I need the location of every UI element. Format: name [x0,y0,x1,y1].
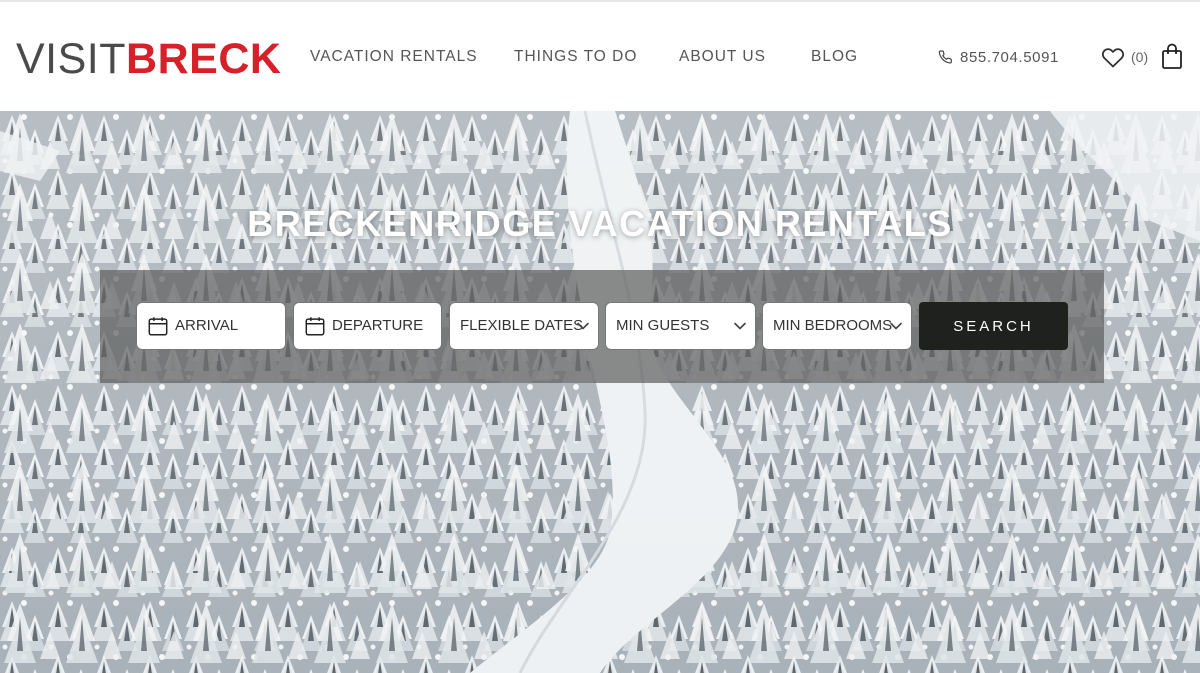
flexible-dates-label: FLEXIBLE DATES [460,317,584,334]
nav-things-to-do[interactable]: THINGS TO DO [514,48,637,66]
site-header: VISITBRECK VACATION RENTALS THINGS TO DO… [0,2,1200,111]
logo-breck: BRECK [126,35,282,83]
phone-link[interactable]: 855.704.5091 [938,47,1059,67]
flexible-dates-select[interactable]: FLEXIBLE DATES [449,302,599,350]
chevron-down-icon [890,322,902,330]
favorites-link[interactable]: (0) [1101,44,1148,70]
chevron-down-icon [734,322,746,330]
snowy-forest-background [0,111,1200,673]
search-button[interactable]: SEARCH [919,302,1068,350]
search-panel: ARRIVAL DEPARTURE FLEXIBLE DATES MIN GUE… [100,270,1104,383]
shopping-bag-icon[interactable] [1160,42,1184,70]
min-bedrooms-label: MIN BEDROOMS [773,317,893,334]
nav-vacation-rentals[interactable]: VACATION RENTALS [310,48,478,66]
heart-icon [1102,48,1124,68]
min-guests-select[interactable]: MIN GUESTS [605,302,756,350]
arrival-date-field[interactable]: ARRIVAL [136,302,286,350]
calendar-icon [148,317,168,336]
min-guests-label: MIN GUESTS [616,317,710,334]
favorites-count: (0) [1131,49,1149,65]
hero-section: BRECKENRIDGE VACATION RENTALS ARRIVAL DE… [0,111,1200,673]
arrival-label: ARRIVAL [175,317,239,334]
visitbreck-logo[interactable]: VISITBRECK [16,36,281,82]
nav-about-us[interactable]: ABOUT US [679,48,766,66]
chevron-down-icon [577,322,589,330]
logo-visit: VISIT [16,35,127,83]
min-bedrooms-select[interactable]: MIN BEDROOMS [762,302,912,350]
nav-blog[interactable]: BLOG [811,48,858,66]
calendar-icon [305,317,325,336]
hero-title: BRECKENRIDGE VACATION RENTALS [247,203,953,244]
departure-date-field[interactable]: DEPARTURE [293,302,442,350]
phone-icon [938,50,952,64]
departure-label: DEPARTURE [332,317,424,334]
phone-number: 855.704.5091 [960,48,1059,66]
